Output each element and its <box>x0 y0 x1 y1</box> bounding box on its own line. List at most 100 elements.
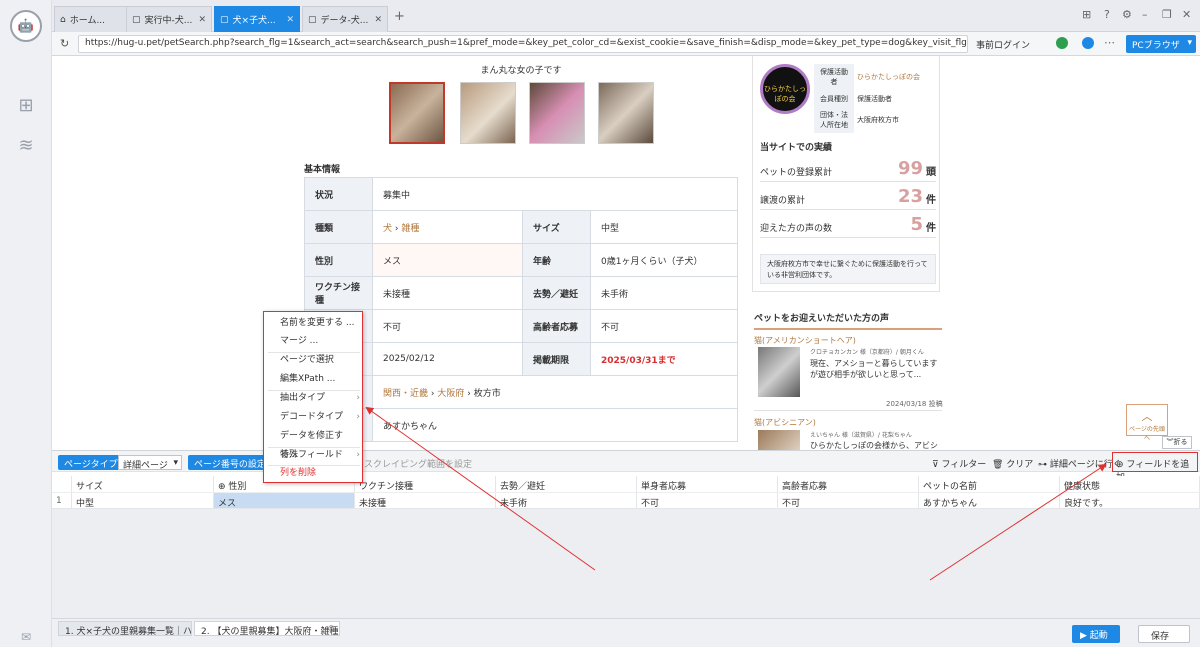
tab-dog-puppy[interactable]: ▢ 犬×子犬... ✕ <box>214 6 300 32</box>
tab-data[interactable]: ▢ データ-犬... ✕ <box>302 6 388 32</box>
window-close-icon[interactable]: ✕ <box>1182 8 1191 21</box>
new-task-icon[interactable]: ⊞ <box>16 96 36 116</box>
posted-date: 2025/02/12 <box>372 342 523 376</box>
org-description: 大阪府枚方市で幸せに繋ぐために保護活動を行っている非営利団体です。 <box>760 254 936 284</box>
menu-item-rename[interactable]: 名前を変更する ... <box>280 314 360 333</box>
menu-item-merge[interactable]: マージ ... <box>280 332 360 351</box>
menu-item-edit-xpath[interactable]: 編集XPath ... <box>280 370 360 389</box>
minimize-icon[interactable]: – <box>1142 8 1148 21</box>
mail-icon[interactable]: ✉ <box>16 630 36 644</box>
page-type-button[interactable]: ページタイプ <box>58 455 124 470</box>
elderly-value: 不可 <box>590 309 738 343</box>
row-number-header <box>52 476 72 492</box>
column-header-size[interactable]: サイズ <box>72 476 214 492</box>
filter-button[interactable]: ⊽ フィルター <box>932 457 986 470</box>
bottom-bar: 1. 犬×子犬の里親募集一覧｜ハグ... 2. 【犬の里親募集】大阪府・雑種..… <box>52 618 1200 647</box>
menu-item-extract-type[interactable]: 抽出タイプ › <box>280 389 360 408</box>
column-header-petname[interactable]: ペットの名前 <box>919 476 1060 492</box>
column-header-health[interactable]: 健康状態 <box>1060 476 1200 492</box>
table-cell[interactable]: 未手術 <box>496 493 637 509</box>
tab-running[interactable]: ▢ 実行中-犬... ✕ <box>126 6 212 32</box>
table-cell[interactable]: 未接種 <box>355 493 496 509</box>
close-icon[interactable]: ✕ <box>198 15 206 25</box>
age-label: 年齢 <box>522 243 591 277</box>
new-tab-icon[interactable]: + <box>394 9 405 24</box>
menu-item-delete-column[interactable]: 列を削除 <box>280 464 360 483</box>
add-field-button[interactable]: ⊕ フィールドを追加 <box>1112 452 1198 483</box>
close-icon[interactable]: ✕ <box>286 15 294 25</box>
pet-photo-2[interactable] <box>460 82 516 144</box>
menu-item-select-page[interactable]: ページで選択 <box>280 351 360 370</box>
play-icon: ▶ <box>1080 631 1090 641</box>
voice2-photo[interactable] <box>758 430 800 450</box>
close-icon[interactable]: ✕ <box>374 15 382 25</box>
link-icon: ⊶ <box>1038 460 1050 470</box>
flow-tab-2[interactable]: 2. 【犬の里親募集】大阪府・雑種... ⊗ <box>194 621 340 636</box>
page-icon: ▢ <box>132 14 141 25</box>
pre-login-link[interactable]: 事前ログイン <box>976 38 1030 51</box>
area-pref-link[interactable]: 大阪府 <box>437 389 464 399</box>
pet-photo-3[interactable] <box>529 82 585 144</box>
pc-browser-button[interactable]: PCブラウザ ▾ <box>1126 35 1196 53</box>
page-top-button[interactable]: ︿ ページの先頭へ <box>1126 404 1168 442</box>
app-logo-icon: 🤖 <box>10 10 42 42</box>
sex-value[interactable]: メス <box>372 243 523 277</box>
crosshair-icon: ⊕ <box>218 482 229 492</box>
vaccine-value: 未接種 <box>372 276 523 310</box>
voice1-photo[interactable] <box>758 347 800 397</box>
kind-dog-link[interactable]: 犬 <box>383 224 392 234</box>
page-icon: ▢ <box>308 14 317 25</box>
maximize-icon[interactable]: ❐ <box>1162 8 1172 21</box>
chevron-right-icon: › <box>356 393 360 403</box>
voice1-text: 現在、アメショーと暮らしていますが遊び相手が欲しいと思って... <box>810 359 938 379</box>
page-number-button[interactable]: ページ番号の設定 <box>188 455 272 470</box>
url-input[interactable]: https://hug-u.pet/petSearch.php?search_f… <box>78 35 968 53</box>
scrape-range-link[interactable]: スクレイピング範囲を設定 <box>364 457 472 470</box>
voice2-author: えいちゃん 様（滋賀県）/ 花梨ちゃん <box>810 432 912 439</box>
table-cell-selected[interactable]: メス <box>214 493 355 509</box>
pet-photo-4[interactable] <box>598 82 654 144</box>
kind-mix-link[interactable]: 雑種 <box>401 224 419 234</box>
table-cell[interactable]: 中型 <box>72 493 214 509</box>
close-icon[interactable]: ⊗ <box>327 624 335 634</box>
gift-icon[interactable]: ⊞ <box>1082 8 1091 21</box>
more-icon[interactable]: ⋯ <box>1104 36 1115 49</box>
table-cell[interactable]: 不可 <box>637 493 778 509</box>
table-cell[interactable]: 不可 <box>778 493 919 509</box>
table-cell[interactable]: 良好です。 <box>1060 493 1200 509</box>
goto-detail-button[interactable]: ⊶ 詳細ページに行く <box>1038 457 1122 470</box>
menu-item-special-field[interactable]: 特殊フィールド › <box>280 446 360 465</box>
status-value: 募集中 <box>372 177 738 211</box>
fold-button[interactable]: ︾折る <box>1162 436 1192 449</box>
page-type-select[interactable]: 詳細ページ ▾ <box>118 455 182 471</box>
extension-icon[interactable] <box>1082 37 1094 49</box>
row-number: 1 <box>52 493 72 509</box>
settings-icon[interactable]: ⚙ <box>1122 8 1132 21</box>
chevron-up-icon: ︿ <box>1141 410 1153 423</box>
org-name-link[interactable]: ひらかたしっぽの会 <box>854 64 936 90</box>
table-cell[interactable]: あすかちゃん <box>919 493 1060 509</box>
help-icon[interactable]: ? <box>1104 8 1110 21</box>
status-label: 状況 <box>304 177 373 211</box>
area-region-link[interactable]: 関西・近畿 <box>383 389 428 399</box>
column-header-neuter[interactable]: 去勢／避妊 <box>496 476 637 492</box>
voice2-type[interactable]: 猫(アビシニアン) <box>754 417 816 428</box>
pet-photo-1[interactable] <box>389 82 445 144</box>
flow-tab-1[interactable]: 1. 犬×子犬の里親募集一覧｜ハグ... <box>58 621 192 636</box>
save-button[interactable]: 保存 <box>1138 625 1190 643</box>
clear-button[interactable]: 🗑 クリア <box>992 457 1033 470</box>
name-value: あすかちゃん <box>372 408 738 442</box>
record-title: 当サイトでの実績 <box>760 143 833 153</box>
voice1-type[interactable]: 猫(アメリカンショートヘア) <box>754 335 856 346</box>
basic-info-table: 状況 募集中 種類犬 › 雑種 サイズ 中型 性別 メス 年齢 0歳1ヶ月くらい（子犬） ワ… <box>304 177 738 442</box>
reload-icon[interactable]: ↻ <box>60 37 69 50</box>
run-button[interactable]: ▶ 起動 <box>1072 625 1120 643</box>
column-header-single[interactable]: 単身者応募 <box>637 476 778 492</box>
layers-icon[interactable]: ≋ <box>16 136 36 156</box>
chevron-down-icon: ▾ <box>1187 38 1192 48</box>
column-header-elderly[interactable]: 高齢者応募 <box>778 476 919 492</box>
menu-item-decode-type[interactable]: デコードタイプ › <box>280 408 360 427</box>
column-header-vaccine[interactable]: ワクチン接種 <box>355 476 496 492</box>
voice1-date: 2024/03/18 投稿 <box>886 400 943 408</box>
menu-item-modify-data[interactable]: データを修正する... <box>280 427 360 460</box>
